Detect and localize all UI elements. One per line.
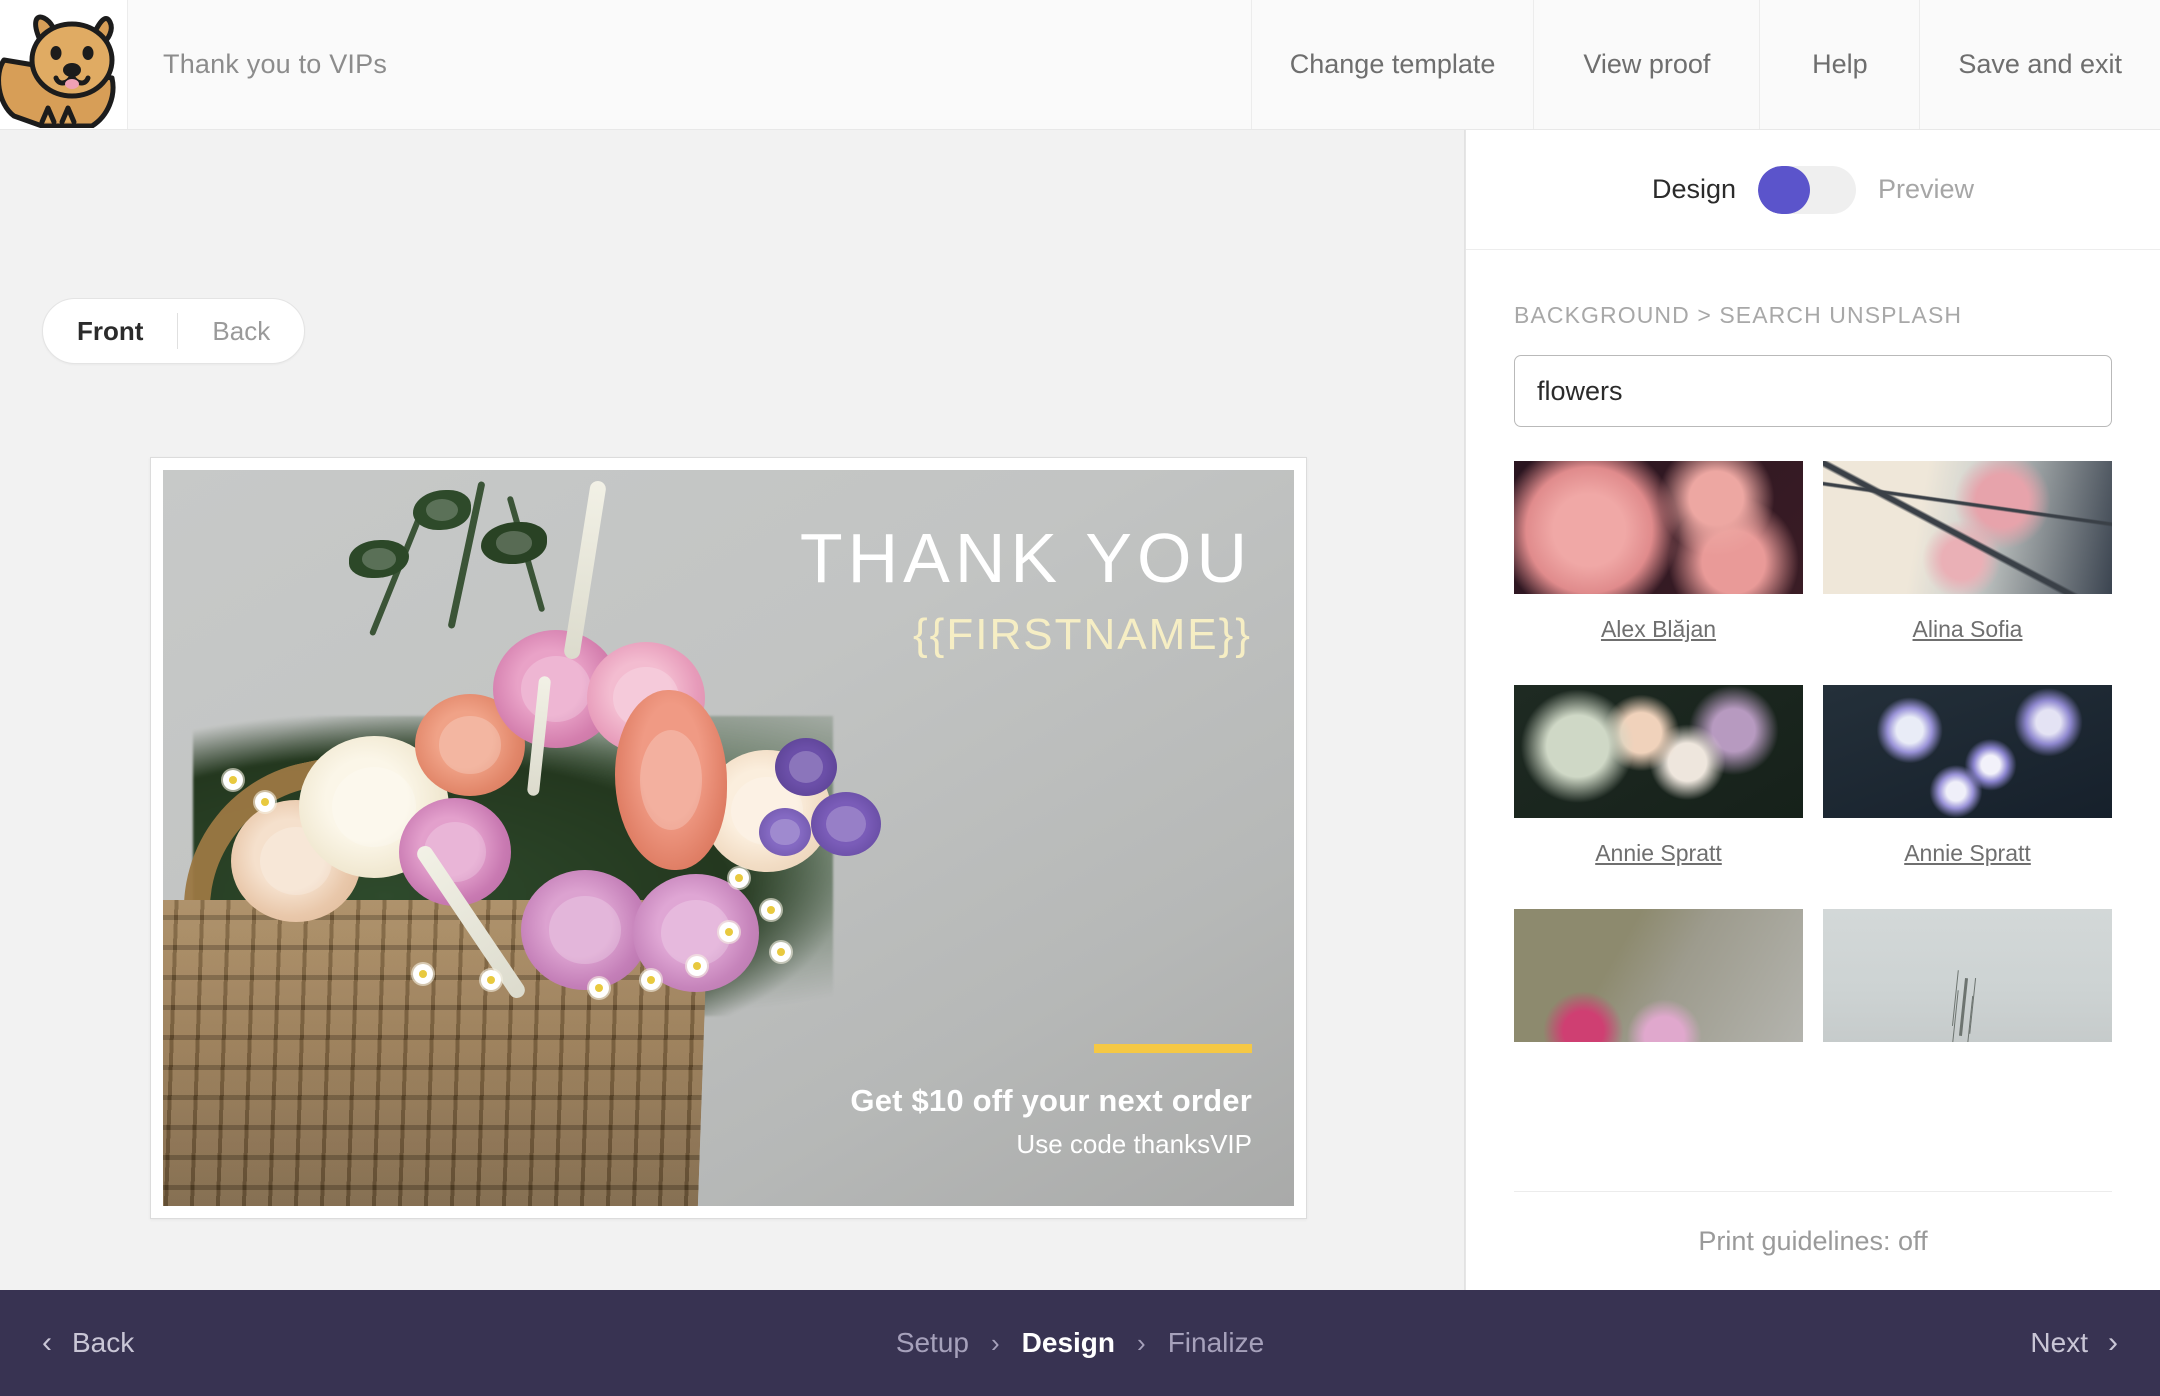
- card-offer-block[interactable]: Get $10 off your next order Use code tha…: [850, 1044, 1252, 1160]
- photo-daisy: [719, 922, 739, 942]
- design-preview-toggle-row: Design Preview: [1466, 130, 2160, 250]
- photo-daisy: [687, 956, 707, 976]
- photo-daisy: [771, 942, 791, 962]
- card-side-back-button[interactable]: Back: [178, 299, 304, 363]
- card-merge-tag[interactable]: {{FIRSTNAME}}: [800, 610, 1252, 660]
- unsplash-thumbnail[interactable]: [1823, 909, 2112, 1042]
- step-design[interactable]: Design: [1022, 1327, 1115, 1359]
- chevron-right-icon: ›: [2108, 1326, 2118, 1359]
- main-row: Front Back THANK YOU {{FIRSTNAME}} Get $…: [0, 130, 2160, 1290]
- unsplash-results-grid: Alex Blăjan Alina Sofia Annie Spratt Ann…: [1514, 461, 2112, 1106]
- step-setup[interactable]: Setup: [896, 1327, 969, 1359]
- card-side-toggle: Front Back: [42, 298, 306, 364]
- design-preview-switch[interactable]: [1758, 165, 1856, 214]
- design-panel: Design Preview BACKGROUND > SEARCH UNSPL…: [1465, 130, 2160, 1290]
- card-accent-bar: [1094, 1044, 1252, 1053]
- unsplash-results-scroll[interactable]: Alex Blăjan Alina Sofia Annie Spratt Ann…: [1514, 461, 2112, 1192]
- photo-daisy: [641, 970, 661, 990]
- footer-back-label: Back: [72, 1327, 135, 1358]
- card-headline-block[interactable]: THANK YOU {{FIRSTNAME}}: [800, 521, 1252, 660]
- unsplash-result-item: Alex Blăjan: [1514, 461, 1803, 685]
- unsplash-credit-link[interactable]: Annie Spratt: [1904, 818, 2031, 909]
- switch-knob: [1758, 165, 1810, 214]
- unsplash-credit-link[interactable]: Annie Spratt: [1595, 818, 1722, 909]
- postcard-front[interactable]: THANK YOU {{FIRSTNAME}} Get $10 off your…: [163, 470, 1294, 1206]
- preview-mode-label[interactable]: Preview: [1878, 174, 1974, 205]
- panel-breadcrumb[interactable]: BACKGROUND > SEARCH UNSPLASH: [1466, 250, 2160, 329]
- chevron-left-icon: ‹: [42, 1326, 52, 1359]
- unsplash-result-item: Alina Sofia: [1823, 461, 2112, 685]
- app-root: Thank you to VIPs Change template View p…: [0, 0, 2160, 1396]
- card-headline[interactable]: THANK YOU: [800, 521, 1252, 596]
- photo-daisy: [589, 978, 609, 998]
- footer-back-button[interactable]: ‹ Back: [42, 1327, 134, 1359]
- unsplash-credit-link[interactable]: Alex Blăjan: [1601, 594, 1716, 685]
- postcard-frame[interactable]: THANK YOU {{FIRSTNAME}} Get $10 off your…: [150, 457, 1307, 1219]
- design-canvas: Front Back THANK YOU {{FIRSTNAME}} Get $…: [0, 130, 1465, 1290]
- design-mode-label[interactable]: Design: [1652, 174, 1736, 205]
- photo-daisy: [223, 770, 243, 790]
- logo-cell[interactable]: [0, 0, 128, 129]
- wizard-footer: ‹ Back Setup › Design › Finalize Next ›: [0, 1290, 2160, 1396]
- card-side-front-button[interactable]: Front: [43, 299, 177, 363]
- unsplash-result-item: Annie Spratt: [1823, 685, 2112, 909]
- nav-view-proof[interactable]: View proof: [1533, 0, 1759, 129]
- footer-next-label: Next: [2030, 1327, 2088, 1358]
- unsplash-result-item: Annie Spratt: [1514, 685, 1803, 909]
- photo-rose-lilac: [521, 870, 649, 990]
- photo-purple-flower: [775, 738, 837, 796]
- unsplash-result-item: [1514, 909, 1803, 1106]
- footer-next-button[interactable]: Next ›: [2030, 1327, 2118, 1359]
- document-title[interactable]: Thank you to VIPs: [128, 0, 1251, 129]
- photo-daisy: [413, 964, 433, 984]
- search-row: [1466, 329, 2160, 427]
- nav-change-template[interactable]: Change template: [1250, 0, 1534, 129]
- unsplash-search-input[interactable]: [1514, 355, 2112, 427]
- nav-save-and-exit[interactable]: Save and exit: [1919, 0, 2160, 129]
- unsplash-thumbnail[interactable]: [1514, 685, 1803, 818]
- step-separator-icon: ›: [990, 1327, 1000, 1358]
- photo-purple-flower: [759, 808, 811, 856]
- nav-help[interactable]: Help: [1759, 0, 1919, 129]
- unsplash-thumbnail[interactable]: [1514, 909, 1803, 1042]
- step-finalize[interactable]: Finalize: [1168, 1327, 1264, 1359]
- photo-daisy: [255, 792, 275, 812]
- unsplash-result-item: [1823, 909, 2112, 1106]
- unsplash-thumbnail[interactable]: [1823, 685, 2112, 818]
- photo-purple-flower: [811, 792, 881, 856]
- card-offer-headline[interactable]: Get $10 off your next order: [850, 1083, 1252, 1119]
- top-bar: Thank you to VIPs Change template View p…: [0, 0, 2160, 130]
- unsplash-thumbnail[interactable]: [1823, 461, 2112, 594]
- unsplash-credit-link[interactable]: Alina Sofia: [1913, 594, 2023, 685]
- wizard-steps: Setup › Design › Finalize: [896, 1327, 1264, 1359]
- unsplash-thumbnail[interactable]: [1514, 461, 1803, 594]
- quokka-mascot-logo-icon: [0, 4, 127, 129]
- photo-daisy: [761, 900, 781, 920]
- photo-daisy: [481, 970, 501, 990]
- card-offer-subline[interactable]: Use code thanksVIP: [850, 1129, 1252, 1160]
- step-separator-icon: ›: [1137, 1327, 1146, 1358]
- photo-daisy: [729, 868, 749, 888]
- print-guidelines-toggle[interactable]: Print guidelines: off: [1466, 1192, 2160, 1290]
